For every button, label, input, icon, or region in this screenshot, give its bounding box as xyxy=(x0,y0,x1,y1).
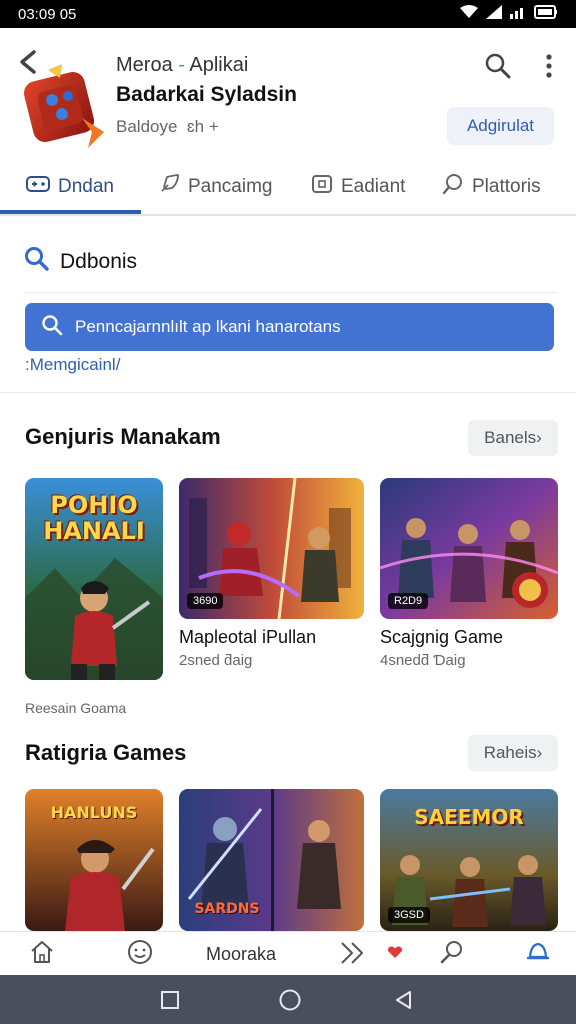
search-icon xyxy=(41,314,63,341)
tab-label: Plattoris xyxy=(472,176,541,197)
app-subtitle: Meroa - Aplikai xyxy=(116,54,248,77)
tab-plattoris[interactable]: Plattoris xyxy=(442,160,541,214)
app-logo xyxy=(22,62,108,152)
bottom-nav: Mooraka xyxy=(0,931,576,975)
subtitle-separator: - xyxy=(178,54,185,76)
status-time: 03:09 05 xyxy=(18,5,77,23)
subtitle-left: Meroa xyxy=(116,54,173,76)
tab-label: Pancaimg xyxy=(188,176,273,197)
game-thumbnail: POHIO HANALI xyxy=(25,478,163,680)
tab-eadiant[interactable]: Eadiant xyxy=(311,160,405,214)
game-art-title: SARDNS xyxy=(194,901,260,917)
game-card[interactable]: SARDNS xyxy=(179,789,364,931)
heart-icon xyxy=(387,945,403,964)
search-heading: Ddbonis xyxy=(24,246,137,278)
nav-center-label: Mooraka xyxy=(205,943,277,964)
game-name: Mapleotal iPullan xyxy=(179,627,317,647)
game-art-title: SAEEMOR xyxy=(414,805,524,829)
game-size: 2sned ƌaig xyxy=(179,652,253,669)
signal-bars-icon xyxy=(510,5,526,23)
game-card[interactable]: R2D9 Scajgnig Game 4snedƌ Ɗaig xyxy=(380,478,558,669)
see-more-button[interactable]: Raheis› xyxy=(468,735,558,771)
home-icon xyxy=(29,939,55,970)
nav-puzzle[interactable] xyxy=(336,938,368,970)
game-thumbnail: SAEEMOR 3GSD xyxy=(380,789,558,931)
more-options-icon[interactable] xyxy=(538,52,560,80)
game-art-title: POHIO HANALI xyxy=(43,491,145,545)
search-icon xyxy=(439,939,465,970)
smiley-icon xyxy=(127,939,153,970)
section-caption: Reesain Goama xyxy=(25,700,127,716)
game-card[interactable]: HANLUNS xyxy=(25,789,163,931)
game-art-title: HANLUNS xyxy=(50,803,138,822)
game-card[interactable]: SAEEMOR 3GSD xyxy=(380,789,558,931)
search-icon xyxy=(24,246,50,278)
game-thumbnail: 3690 xyxy=(179,478,364,619)
nav-games[interactable] xyxy=(124,938,156,970)
puzzle-icon xyxy=(338,939,366,970)
tab-bar: Dndan Pancaimg Eadiant Plattoris xyxy=(0,160,576,216)
nav-home[interactable] xyxy=(26,938,58,970)
see-more-label: Banels xyxy=(484,428,537,447)
game-card[interactable]: POHIO HANALI xyxy=(25,478,163,680)
section-title: Ratigria Games xyxy=(25,740,187,765)
tab-pancaimg[interactable]: Pancaimg xyxy=(158,160,273,214)
app-header: Meroa - Aplikai Badarkai Syladsin Baldoy… xyxy=(0,28,576,156)
nav-profile[interactable] xyxy=(522,938,554,970)
battery-icon xyxy=(534,5,558,23)
game-badge: 3690 xyxy=(187,593,224,609)
bell-icon xyxy=(525,939,551,970)
search-icon xyxy=(442,173,464,201)
nav-search[interactable] xyxy=(436,938,468,970)
see-more-label: Raheis xyxy=(483,743,537,762)
rocket-icon xyxy=(158,173,180,201)
game-badge: 3GSD xyxy=(388,907,430,923)
search-heading-label: Ddbonis xyxy=(60,250,138,273)
gamepad-icon xyxy=(26,175,50,199)
home-button-icon[interactable] xyxy=(278,988,302,1017)
tab-label: Dndan xyxy=(58,176,114,197)
active-tab-indicator xyxy=(0,210,141,214)
chevron-right-icon: › xyxy=(536,428,542,447)
game-name: Scajgnig Game xyxy=(380,627,504,647)
chevron-right-icon: › xyxy=(536,743,543,762)
divider xyxy=(24,292,558,293)
search-input[interactable] xyxy=(75,317,525,337)
game-thumbnail: SARDNS xyxy=(179,789,364,931)
game-thumbnail: HANLUNS xyxy=(25,789,163,931)
subtitle-right: Aplikai xyxy=(189,54,249,76)
search-hint-link[interactable]: :Memgicainl/ xyxy=(25,355,120,375)
back-button-icon[interactable] xyxy=(394,990,414,1015)
nav-center[interactable]: Mooraka xyxy=(196,938,286,970)
search-icon[interactable] xyxy=(484,52,512,80)
system-nav-bar xyxy=(0,975,576,1024)
app-title: Badarkai Syladsin xyxy=(116,83,297,106)
game-card[interactable]: 3690 Mapleotal iPullan 2sned ƌaig xyxy=(179,478,364,669)
section-title: Genjuris Manakam xyxy=(25,424,221,449)
nav-favorite[interactable] xyxy=(384,938,406,970)
wifi-icon xyxy=(460,5,478,23)
tab-label: Eadiant xyxy=(341,176,406,197)
install-button[interactable]: Adgirulat xyxy=(447,107,554,145)
status-bar: 03:09 05 xyxy=(0,0,576,28)
app-box-icon xyxy=(311,173,333,201)
see-more-button[interactable]: Banels› xyxy=(468,420,558,456)
search-bar[interactable] xyxy=(25,303,554,351)
game-size: 4snedƌ Ɗaig xyxy=(380,652,466,669)
recent-apps-icon[interactable] xyxy=(160,990,180,1015)
signal-icon xyxy=(486,5,502,23)
tab-dndan[interactable]: Dndan xyxy=(26,160,114,214)
game-thumbnail: R2D9 xyxy=(380,478,558,619)
game-badge: R2D9 xyxy=(388,593,429,609)
app-meta: Baldoye ɛh + xyxy=(116,117,219,136)
status-icons xyxy=(460,5,558,23)
divider xyxy=(0,392,576,393)
